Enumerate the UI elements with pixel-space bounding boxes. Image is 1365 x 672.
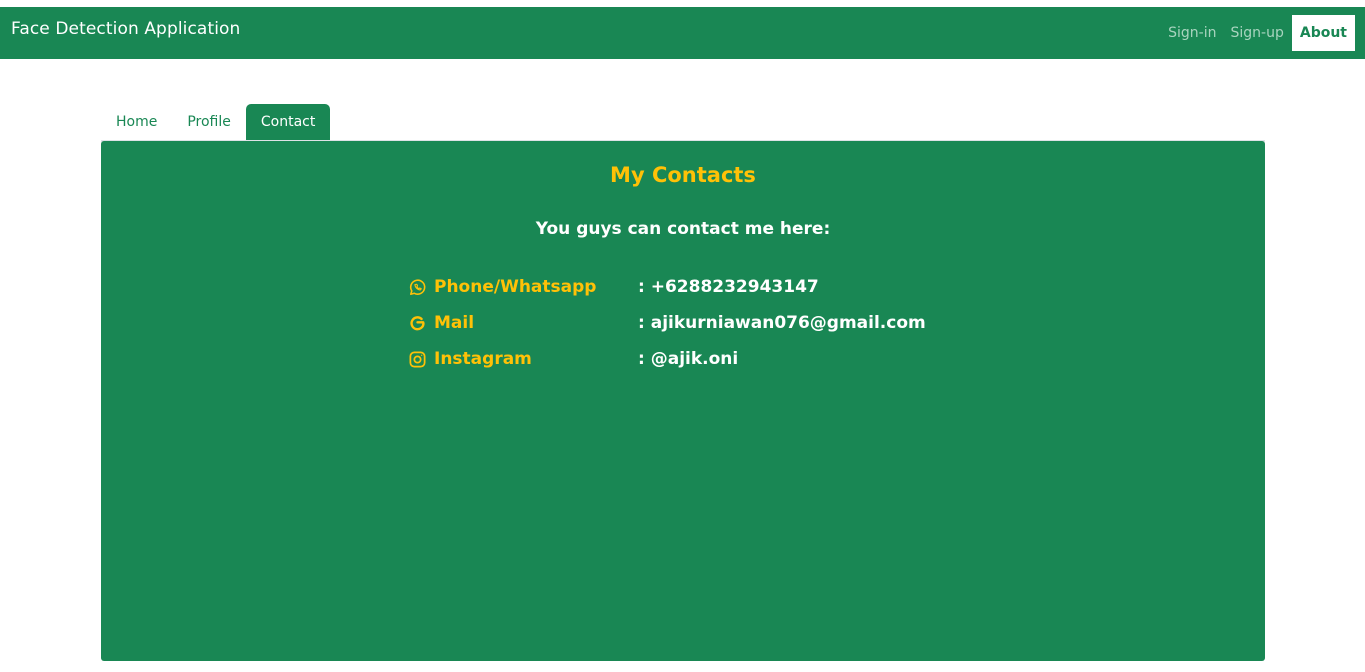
contact-value-instagram[interactable]: : @ajik.oni bbox=[638, 349, 738, 369]
contact-label-phone: Phone/Whatsapp bbox=[434, 277, 597, 297]
panel-subtitle: You guys can contact me here: bbox=[535, 219, 831, 239]
contact-value-mail[interactable]: : ajikurniawan076@gmail.com bbox=[638, 313, 926, 333]
tab-bar: Home Profile Contact bbox=[101, 103, 1265, 142]
contact-row-phone: Phone/Whatsapp : +6288232943147 bbox=[408, 274, 819, 300]
contact-value-phone: : +6288232943147 bbox=[638, 277, 819, 297]
tab-home[interactable]: Home bbox=[101, 104, 172, 140]
panel-title: My Contacts bbox=[610, 163, 756, 187]
contact-row-mail: Mail : ajikurniawan076@gmail.com bbox=[408, 310, 926, 336]
tab-contact[interactable]: Contact bbox=[245, 104, 331, 140]
contact-panel: My Contacts You guys can contact me here… bbox=[101, 141, 1265, 661]
contact-label-instagram: Instagram bbox=[434, 349, 532, 369]
top-navbar: Face Detection Application Sign-in Sign-… bbox=[0, 7, 1365, 59]
contact-label-mail: Mail bbox=[434, 313, 475, 333]
instagram-icon bbox=[408, 350, 427, 369]
nav-about-link[interactable]: About bbox=[1291, 15, 1355, 51]
nav-signin-link[interactable]: Sign-in bbox=[1161, 15, 1223, 51]
whatsapp-icon bbox=[408, 278, 427, 297]
tab-profile[interactable]: Profile bbox=[172, 104, 246, 140]
nav-signup-link[interactable]: Sign-up bbox=[1224, 15, 1291, 51]
app-brand[interactable]: Face Detection Application bbox=[11, 19, 240, 39]
nav-links: Sign-in Sign-up About bbox=[1161, 15, 1355, 51]
google-icon bbox=[408, 314, 427, 333]
contact-row-instagram: Instagram : @ajik.oni bbox=[408, 346, 738, 372]
